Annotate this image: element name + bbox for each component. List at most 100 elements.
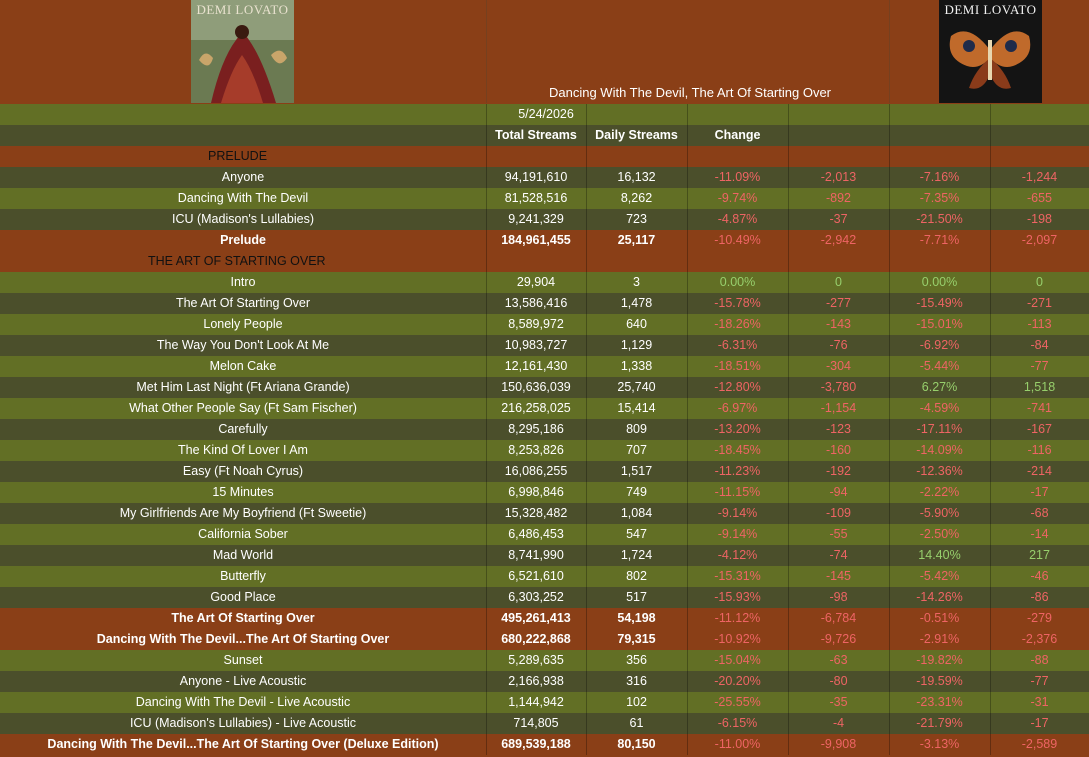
total-daily-value: 54,198 [617, 611, 656, 625]
track-daily-value: 1,478 [620, 296, 653, 310]
albums-title: Dancing With The Devil, The Art Of Start… [548, 85, 832, 100]
track-d1-value: -37 [829, 212, 848, 226]
track-d2-value: -77 [1030, 674, 1049, 688]
track-daily-value: 1,129 [620, 338, 653, 352]
track-total-value: 9,241,329 [508, 212, 564, 226]
track-p2-value: 0.00% [921, 275, 958, 289]
total-name: Dancing With The Devil...The Art Of Star… [47, 737, 439, 751]
track-chg-value: -13.20% [714, 422, 761, 436]
track-total-value: 81,528,516 [504, 191, 568, 205]
cell-divider [889, 104, 890, 125]
track-row: Anyone 94,191,610 16,132 -11.09% -2,013 -7.16… [0, 167, 1089, 188]
track-row: Dancing With The Devil - Live Acoustic 1,… [0, 692, 1089, 713]
track-chg-value: -11.23% [714, 464, 761, 478]
track-p2-value: -15.01% [916, 317, 963, 331]
track-chg-value: -11.09% [714, 170, 761, 184]
track-daily-value: 1,084 [620, 506, 653, 520]
track-daily-value: 25,740 [617, 380, 656, 394]
column-header-change: Change [714, 128, 761, 142]
cell-divider [990, 125, 991, 146]
cell-divider [788, 125, 789, 146]
track-d1-value: -2,013 [820, 170, 857, 184]
track-row: The Art Of Starting Over 13,586,416 1,478 -… [0, 293, 1089, 314]
track-row: Easy (Ft Noah Cyrus) 16,086,255 1,517 -11.2… [0, 461, 1089, 482]
track-row: The Way You Don't Look At Me 10,983,727 1,… [0, 335, 1089, 356]
track-d1-value: -192 [825, 464, 852, 478]
stream-stats-sheet: DEMI LOVATO DEMI LOVATO Dancing With The… [0, 0, 1089, 757]
album-cover-right: DEMI LOVATO [939, 0, 1042, 103]
track-d1-value: -145 [825, 569, 852, 583]
total-row: Dancing With The Devil...The Art Of Star… [0, 734, 1089, 755]
total-d1-value: -9,908 [820, 737, 857, 751]
track-row: Mad World 8,741,990 1,724 -4.12% -74 14.40% 21… [0, 545, 1089, 566]
track-p2-value: -19.59% [916, 674, 963, 688]
total-daily-value: 80,150 [617, 737, 656, 751]
track-name: The Way You Don't Look At Me [156, 338, 330, 352]
track-daily-value: 809 [626, 422, 647, 436]
track-d1-value: -277 [825, 296, 852, 310]
track-p2-value: -7.35% [919, 191, 960, 205]
track-d2-value: -1,244 [1021, 170, 1058, 184]
cell-divider [687, 146, 688, 167]
track-daily-value: 316 [626, 674, 647, 688]
track-p2-value: -2.50% [919, 527, 960, 541]
track-p2-value: -19.82% [916, 653, 963, 667]
track-d1-value: -143 [825, 317, 852, 331]
track-p2-value: -15.49% [916, 296, 963, 310]
track-d2-value: -116 [1027, 443, 1052, 457]
track-d1-value: -109 [825, 506, 852, 520]
cover-right-artist-text: DEMI LOVATO [944, 2, 1037, 17]
track-d2-value: -198 [1026, 212, 1053, 226]
track-name: Easy (Ft Noah Cyrus) [182, 464, 304, 478]
track-d2-value: -88 [1030, 653, 1049, 667]
track-name: Butterfly [220, 569, 266, 583]
track-name: Anyone [221, 170, 265, 184]
track-total-value: 8,253,826 [508, 443, 564, 457]
track-row: Melon Cake 12,161,430 1,338 -18.51% -304 -5.4… [0, 356, 1089, 377]
total-d2-value: -2,376 [1021, 632, 1058, 646]
track-row: Lonely People 8,589,972 640 -18.26% -143 -15.… [0, 314, 1089, 335]
track-d2-value: -655 [1026, 191, 1053, 205]
cover-left-artist-text: DEMI LOVATO [196, 2, 289, 17]
cell-divider [990, 104, 991, 125]
total-total-value: 680,222,868 [501, 632, 571, 646]
track-p2-value: -6.92% [919, 338, 960, 352]
track-d2-value: -68 [1030, 506, 1049, 520]
track-row: Intro 29,904 3 0.00% 0 0.00% 0 [0, 272, 1089, 293]
track-chg-value: -15.31% [714, 569, 761, 583]
track-name: Carefully [218, 422, 268, 436]
track-chg-value: -11.15% [714, 485, 761, 499]
track-name: Lonely People [203, 317, 283, 331]
track-d1-value: -55 [829, 527, 848, 541]
track-row: Anyone - Live Acoustic 2,166,938 316 -20.20… [0, 671, 1089, 692]
track-daily-value: 640 [626, 317, 647, 331]
track-name: Good Place [210, 590, 276, 604]
track-total-value: 714,805 [513, 716, 559, 730]
track-total-value: 6,303,252 [508, 590, 564, 604]
track-d1-value: -63 [829, 653, 848, 667]
track-d1-value: -76 [829, 338, 848, 352]
track-total-value: 6,521,610 [508, 569, 564, 583]
cell-divider [687, 104, 688, 125]
track-row: Butterfly 6,521,610 802 -15.31% -145 -5.42% -4… [0, 566, 1089, 587]
track-total-value: 5,289,635 [508, 653, 564, 667]
track-d1-value: -35 [829, 695, 848, 709]
total-row: The Art Of Starting Over 495,261,413 54,19… [0, 608, 1089, 629]
cell-divider [586, 251, 587, 272]
track-chg-value: -25.55% [714, 695, 761, 709]
track-d1-value: -892 [825, 191, 852, 205]
cell-divider [990, 146, 991, 167]
track-p2-value: -2.22% [919, 485, 960, 499]
track-chg-value: -15.93% [714, 590, 761, 604]
track-daily-value: 15,414 [617, 401, 656, 415]
track-p2-value: -14.09% [916, 443, 963, 457]
track-d1-value: 0 [835, 275, 842, 289]
date-label: 5/24/2026 [518, 107, 574, 121]
total-d2-value: -2,097 [1021, 233, 1058, 247]
track-chg-value: -6.15% [717, 716, 758, 730]
track-p2-value: -5.44% [919, 359, 960, 373]
track-d1-value: -3,780 [820, 380, 857, 394]
cell-divider [788, 251, 789, 272]
track-d1-value: -4 [832, 716, 845, 730]
track-d2-value: -741 [1026, 401, 1053, 415]
